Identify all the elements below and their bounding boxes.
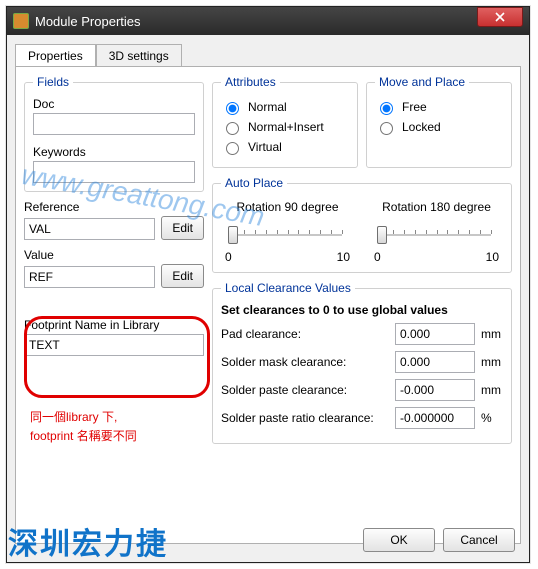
autoplace-legend: Auto Place [221, 176, 287, 190]
tabpage-properties: Fields Doc Keywords Reference Edit Value… [15, 66, 521, 544]
pad-clearance-input[interactable] [395, 323, 475, 345]
mask-clearance-input[interactable] [395, 351, 475, 373]
rot90-slider[interactable] [221, 220, 354, 250]
reference-label: Reference [24, 200, 204, 214]
close-icon [495, 12, 505, 22]
reference-input[interactable] [24, 218, 155, 240]
attr-normalinsert-row[interactable]: Normal+Insert [221, 119, 349, 135]
annotation-line1: 同一個library 下, [30, 408, 210, 427]
pad-clearance-row: Pad clearance: mm [221, 323, 503, 345]
client-area: Properties 3D settings Fields Doc Keywor… [7, 35, 529, 562]
mask-clearance-row: Solder mask clearance: mm [221, 351, 503, 373]
right-column: Attributes Normal Normal+Insert Virtual [212, 75, 512, 452]
module-properties-window: Module Properties Properties 3D settings… [6, 6, 530, 563]
footprint-label: Footprint Name in Library [24, 318, 204, 332]
ratio-clearance-label: Solder paste ratio clearance: [221, 411, 389, 425]
mp-free-label: Free [402, 100, 427, 114]
titlebar[interactable]: Module Properties [7, 7, 529, 35]
value-label: Value [24, 248, 204, 262]
attr-virtual-label: Virtual [248, 140, 282, 154]
footprint-input[interactable] [24, 334, 204, 356]
rot180-slider[interactable] [370, 220, 503, 250]
attr-normalinsert-label: Normal+Insert [248, 120, 324, 134]
keywords-label: Keywords [33, 145, 195, 159]
mp-free-row[interactable]: Free [375, 99, 503, 115]
mp-locked-radio[interactable] [380, 122, 393, 135]
rot90-thumb[interactable] [228, 226, 238, 244]
ratio-clearance-unit: % [481, 411, 503, 425]
value-edit-button[interactable]: Edit [161, 264, 204, 288]
close-button[interactable] [477, 7, 523, 27]
tabstrip: Properties 3D settings [7, 35, 529, 66]
paste-clearance-input[interactable] [395, 379, 475, 401]
rot180-col: Rotation 180 degree 0 10 [370, 200, 503, 264]
cancel-button[interactable]: Cancel [443, 528, 515, 552]
attributes-legend: Attributes [221, 75, 280, 89]
rot180-thumb[interactable] [377, 226, 387, 244]
paste-clearance-row: Solder paste clearance: mm [221, 379, 503, 401]
mask-clearance-label: Solder mask clearance: [221, 355, 389, 369]
rot90-col: Rotation 90 degree 0 10 [221, 200, 354, 264]
doc-label: Doc [33, 97, 195, 111]
pad-clearance-unit: mm [481, 327, 503, 341]
reference-edit-button[interactable]: Edit [161, 216, 204, 240]
ratio-clearance-input[interactable] [395, 407, 475, 429]
fields-group: Fields Doc Keywords [24, 75, 204, 192]
annotation-text: 同一個library 下, footprint 名稱要不同 [30, 408, 210, 446]
tab-3d-settings[interactable]: 3D settings [96, 44, 182, 67]
doc-input[interactable] [33, 113, 195, 135]
fields-legend: Fields [33, 75, 73, 89]
tab-properties[interactable]: Properties [15, 44, 96, 67]
dialog-buttons: OK Cancel [363, 528, 515, 552]
rot180-label: Rotation 180 degree [370, 200, 503, 214]
paste-clearance-unit: mm [481, 383, 503, 397]
attr-normal-row[interactable]: Normal [221, 99, 349, 115]
rot90-label: Rotation 90 degree [221, 200, 354, 214]
clearance-group: Local Clearance Values Set clearances to… [212, 281, 512, 444]
ratio-clearance-row: Solder paste ratio clearance: % [221, 407, 503, 429]
move-place-legend: Move and Place [375, 75, 469, 89]
attr-normal-radio[interactable] [226, 102, 239, 115]
attr-virtual-row[interactable]: Virtual [221, 139, 349, 155]
mp-locked-row[interactable]: Locked [375, 119, 503, 135]
move-place-group: Move and Place Free Locked [366, 75, 512, 168]
attr-normalinsert-radio[interactable] [226, 122, 239, 135]
clearance-legend: Local Clearance Values [221, 281, 355, 295]
app-icon [13, 13, 29, 29]
mp-locked-label: Locked [402, 120, 441, 134]
mp-free-radio[interactable] [380, 102, 393, 115]
rot180-min: 0 [374, 250, 381, 264]
mask-clearance-unit: mm [481, 355, 503, 369]
attr-normal-label: Normal [248, 100, 287, 114]
keywords-input[interactable] [33, 161, 195, 183]
attr-virtual-radio[interactable] [226, 142, 239, 155]
rot90-min: 0 [225, 250, 232, 264]
value-input[interactable] [24, 266, 155, 288]
left-column: Fields Doc Keywords Reference Edit Value… [24, 75, 204, 356]
clearance-hint: Set clearances to 0 to use global values [221, 303, 503, 317]
rot180-max: 10 [486, 250, 499, 264]
ok-button[interactable]: OK [363, 528, 435, 552]
attributes-group: Attributes Normal Normal+Insert Virtual [212, 75, 358, 168]
autoplace-group: Auto Place Rotation 90 degree [212, 176, 512, 273]
window-title: Module Properties [35, 14, 529, 29]
paste-clearance-label: Solder paste clearance: [221, 383, 389, 397]
pad-clearance-label: Pad clearance: [221, 327, 389, 341]
annotation-line2: footprint 名稱要不同 [30, 427, 210, 446]
rot90-max: 10 [337, 250, 350, 264]
